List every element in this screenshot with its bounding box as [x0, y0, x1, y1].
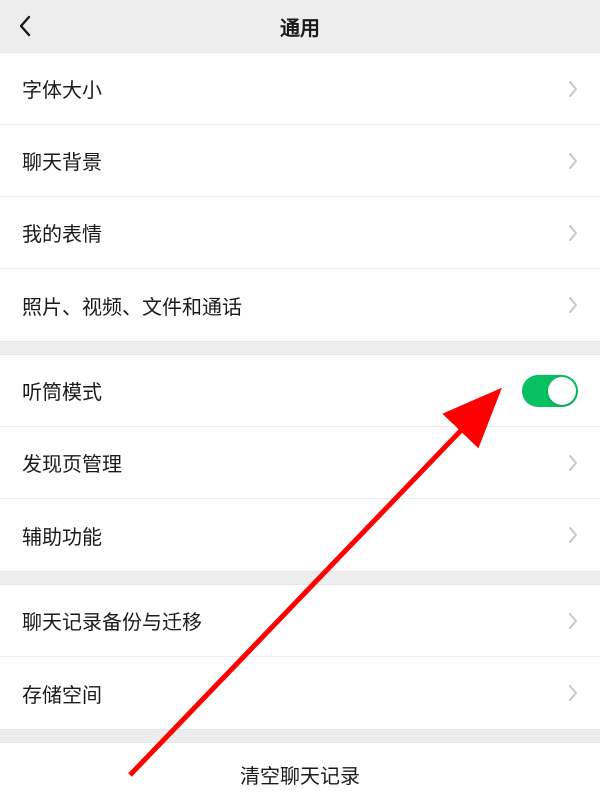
chevron-right-icon — [568, 296, 578, 314]
chevron-left-icon — [18, 15, 32, 37]
chevron-right-icon — [568, 684, 578, 702]
row-my-stickers[interactable]: 我的表情 — [0, 197, 600, 269]
settings-group-1: 字体大小 聊天背景 我的表情 照片、视频、文件和通话 — [0, 52, 600, 342]
clear-chat-history-button[interactable]: 清空聊天记录 — [0, 742, 600, 800]
settings-group-2: 听筒模式 发现页管理 辅助功能 — [0, 354, 600, 572]
chevron-right-icon — [568, 526, 578, 544]
row-media-files-calls[interactable]: 照片、视频、文件和通话 — [0, 269, 600, 341]
back-button[interactable] — [18, 15, 32, 37]
row-storage[interactable]: 存储空间 — [0, 657, 600, 729]
row-label: 聊天记录备份与迁移 — [22, 606, 202, 635]
chevron-right-icon — [568, 454, 578, 472]
row-label: 聊天背景 — [22, 146, 102, 175]
chevron-right-icon — [568, 152, 578, 170]
row-accessibility[interactable]: 辅助功能 — [0, 499, 600, 571]
chevron-right-icon — [568, 224, 578, 242]
row-earpiece-mode[interactable]: 听筒模式 — [0, 355, 600, 427]
row-chat-background[interactable]: 聊天背景 — [0, 125, 600, 197]
row-label: 辅助功能 — [22, 521, 102, 550]
earpiece-mode-toggle[interactable] — [522, 375, 578, 407]
row-label: 听筒模式 — [22, 376, 102, 405]
row-label: 字体大小 — [22, 74, 102, 103]
chevron-right-icon — [568, 612, 578, 630]
chevron-right-icon — [568, 80, 578, 98]
toggle-knob — [548, 377, 576, 405]
header: 通用 — [0, 0, 600, 52]
row-label: 照片、视频、文件和通话 — [22, 291, 242, 320]
row-discover-management[interactable]: 发现页管理 — [0, 427, 600, 499]
row-font-size[interactable]: 字体大小 — [0, 53, 600, 125]
spacer — [0, 730, 600, 742]
clear-chat-history-label: 清空聊天记录 — [240, 760, 360, 789]
settings-group-3: 聊天记录备份与迁移 存储空间 — [0, 584, 600, 730]
row-chat-backup-migrate[interactable]: 聊天记录备份与迁移 — [0, 585, 600, 657]
row-label: 存储空间 — [22, 679, 102, 708]
page-title: 通用 — [0, 12, 600, 41]
row-label: 发现页管理 — [22, 448, 122, 477]
row-label: 我的表情 — [22, 218, 102, 247]
